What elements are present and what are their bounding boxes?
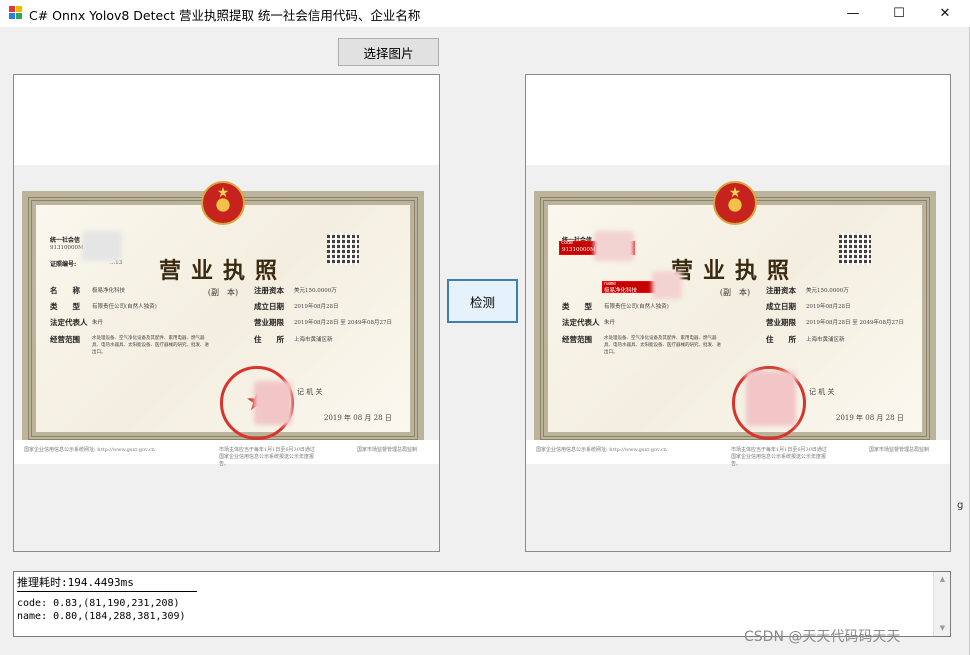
field-label-capital: 注册资本 bbox=[766, 286, 796, 295]
field-label-rep: 法定代表人 bbox=[50, 318, 88, 327]
field-label-type: 类 型 bbox=[50, 302, 80, 311]
issue-date: 2019 年 08 月 28 日 bbox=[836, 414, 904, 422]
result-line-code: code: 0.83,(81,190,231,208) bbox=[17, 598, 180, 609]
registrar-label: 记 机 关 bbox=[297, 388, 323, 396]
field-value-term: 2019年08月28日 至 2049年08月27日 bbox=[294, 320, 392, 326]
field-value-type: 有限责任公司(自然人独资) bbox=[92, 304, 157, 310]
field-value-founded: 2019年08月28日 bbox=[806, 304, 851, 310]
field-label-name: 名 称 bbox=[50, 286, 80, 295]
field-value-address: 上海市黄浦区新 bbox=[806, 337, 845, 343]
source-image-box: 营业执照 (副 本) 统一社会信 91310000M... 证照编号: ...1… bbox=[13, 74, 440, 552]
field-label-founded: 成立日期 bbox=[766, 302, 796, 311]
privacy-blur bbox=[594, 231, 634, 261]
field-value-name: 极易净化科技 bbox=[604, 288, 638, 294]
privacy-blur bbox=[254, 381, 292, 425]
scroll-up-icon[interactable]: ▲ bbox=[934, 575, 950, 583]
footer-right: 国家市场监督管理总局监制 bbox=[869, 447, 930, 453]
qr-code-icon bbox=[839, 233, 871, 265]
image-top-margin bbox=[14, 75, 439, 165]
registrar-label: 记 机 关 bbox=[809, 388, 835, 396]
field-label-capital: 注册资本 bbox=[254, 286, 284, 295]
privacy-blur bbox=[652, 271, 682, 299]
cert-no-label: 证照编号: bbox=[50, 261, 77, 268]
national-emblem-icon bbox=[713, 181, 757, 225]
side-text: g bbox=[957, 500, 964, 511]
footer-left: 国家企业信用信息公示系统网址: http://www.gsxt.gov.cn bbox=[536, 447, 667, 453]
field-label-term: 营业期限 bbox=[766, 318, 796, 327]
field-value-rep: 朱丹 bbox=[604, 320, 616, 326]
field-value-capital: 美元150.0000万 bbox=[806, 288, 849, 294]
app-icon bbox=[9, 6, 23, 20]
footer-right: 国家市场监督管理总局监制 bbox=[357, 447, 418, 453]
field-label-scope: 经营范围 bbox=[562, 335, 592, 344]
field-value-type: 有限责任公司(自然人独资) bbox=[604, 304, 669, 310]
privacy-blur bbox=[746, 371, 796, 426]
license-subtitle: (副 本) bbox=[207, 288, 239, 297]
footer-left: 国家企业信用信息公示系统网址: http://www.gsxt.gov.cn bbox=[24, 447, 155, 453]
field-label-rep: 法定代表人 bbox=[562, 318, 600, 327]
credit-code-label: 统一社会信 bbox=[50, 237, 81, 244]
result-image-box: 营业执照 (副 本) 统一社会信 code 91310000M... name … bbox=[525, 74, 951, 552]
license-subtitle: (副 本) bbox=[719, 288, 751, 297]
scroll-down-icon[interactable]: ▼ bbox=[934, 624, 950, 632]
result-line-name: name: 0.80,(184,288,381,309) bbox=[17, 611, 186, 622]
title-bar: C# Onnx Yolov8 Detect 营业执照提取 统一社会信用代码、企业… bbox=[0, 0, 970, 27]
license-image-result: 营业执照 (副 本) 统一社会信 code 91310000M... name … bbox=[534, 181, 936, 446]
watermark: CSDN @天天代码码天天 bbox=[744, 629, 901, 645]
field-label-term: 营业期限 bbox=[254, 318, 284, 327]
field-label-scope: 经营范围 bbox=[50, 335, 80, 344]
close-button[interactable]: ✕ bbox=[922, 0, 968, 27]
field-value-address: 上海市黄浦区新 bbox=[294, 337, 333, 343]
issue-date: 2019 年 08 月 28 日 bbox=[324, 414, 392, 422]
vertical-scrollbar[interactable]: ▲ ▼ bbox=[933, 572, 950, 636]
maximize-button[interactable]: ☐ bbox=[876, 0, 922, 27]
field-label-address: 住 所 bbox=[766, 335, 796, 344]
qr-code-icon bbox=[327, 233, 359, 265]
license-image-original: 营业执照 (副 本) 统一社会信 91310000M... 证照编号: ...1… bbox=[22, 181, 424, 446]
footer-mid: 市场主体应当于每年1月1日至6月30日通过国家企业信用信息公示系统报送公示年度报… bbox=[731, 447, 827, 467]
field-value-rep: 朱丹 bbox=[92, 320, 104, 326]
field-value-scope: 水处理设备、空气净化设备及其配件、家用电器、燃气器具、电热水器具、太阳能设备、医… bbox=[92, 336, 209, 355]
inference-time-text: 推理耗时:194.4493ms bbox=[17, 576, 134, 589]
national-emblem-icon bbox=[201, 181, 245, 225]
image-top-margin bbox=[526, 75, 950, 165]
detect-button[interactable]: 检测 bbox=[447, 279, 518, 323]
detection-label-code: code bbox=[561, 240, 574, 246]
field-value-capital: 美元150.0000万 bbox=[294, 288, 337, 294]
field-value-founded: 2019年08月28日 bbox=[294, 304, 339, 310]
field-value-term: 2019年08月28日 至 2049年08月27日 bbox=[806, 320, 904, 326]
privacy-blur bbox=[82, 231, 122, 261]
field-value-name: 极易净化科技 bbox=[92, 288, 126, 294]
field-label-type: 类 型 bbox=[562, 302, 592, 311]
main-window: C# Onnx Yolov8 Detect 营业执照提取 统一社会信用代码、企业… bbox=[0, 0, 970, 655]
field-label-address: 住 所 bbox=[254, 335, 284, 344]
select-image-button[interactable]: 选择图片 bbox=[338, 38, 439, 66]
minimize-button[interactable]: — bbox=[830, 0, 876, 27]
divider bbox=[17, 591, 197, 592]
footer-mid: 市场主体应当于每年1月1日至6月30日通过国家企业信用信息公示系统报送公示年度报… bbox=[219, 447, 315, 467]
field-value-scope: 水处理设备、空气净化设备及其配件、家用电器、燃气器具、电热水器具、太阳能设备、医… bbox=[604, 336, 721, 355]
window-title: C# Onnx Yolov8 Detect 营业执照提取 统一社会信用代码、企业… bbox=[29, 8, 421, 23]
field-label-founded: 成立日期 bbox=[254, 302, 284, 311]
